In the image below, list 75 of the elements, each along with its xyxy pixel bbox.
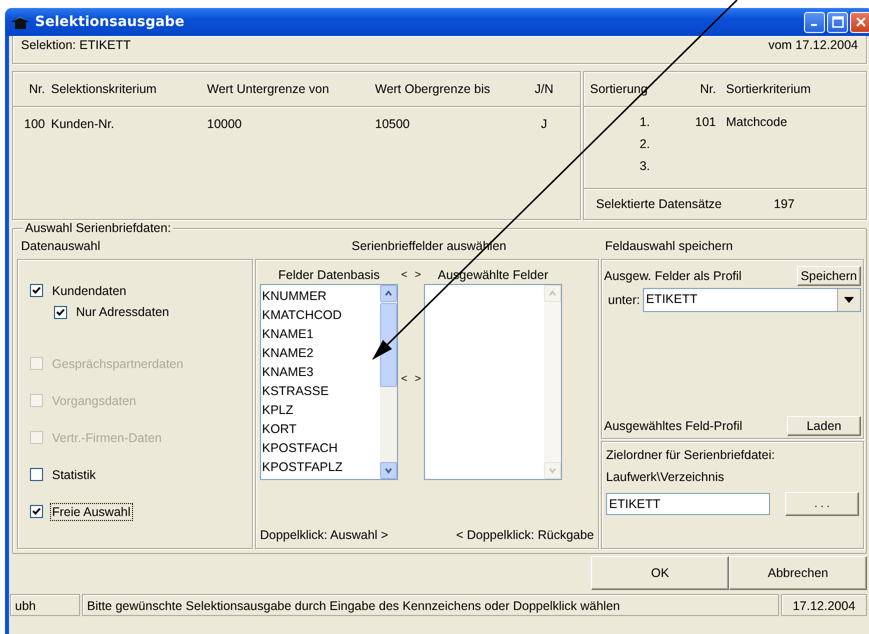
checkbox-option[interactable]: Freie Auswahl bbox=[30, 493, 252, 530]
list-item[interactable]: KNAME3 bbox=[262, 363, 379, 382]
browse-button[interactable]: . . . bbox=[785, 492, 859, 516]
close-button[interactable] bbox=[850, 12, 869, 32]
status-user: ubh bbox=[10, 594, 80, 616]
checkbox[interactable] bbox=[30, 468, 43, 481]
column-header: Wert Untergrenze von bbox=[207, 82, 330, 96]
move-right-arrow[interactable]: > bbox=[414, 269, 421, 281]
column-header: Selektionskriterium bbox=[51, 82, 158, 96]
table-cell-text: 1. bbox=[638, 115, 651, 129]
field-label: Laufwerk\Verzeichnis bbox=[606, 470, 726, 484]
column-header: Sortierung bbox=[589, 82, 649, 96]
list-item[interactable]: KNAME2 bbox=[262, 344, 379, 363]
status-date: 17.12.2004 bbox=[781, 594, 867, 616]
field-label: Zielordner für Serienbriefdatei: bbox=[606, 448, 776, 462]
list-item[interactable]: KSTRASSE bbox=[262, 382, 379, 401]
table-cell-text: 10000 bbox=[207, 117, 243, 131]
hint-text: Doppelklick: Auswahl > bbox=[260, 528, 388, 542]
table-cell-text: J bbox=[540, 117, 548, 131]
table-cell-text: 10500 bbox=[375, 117, 411, 131]
ok-button[interactable]: OK bbox=[591, 556, 729, 590]
table-cell-text: 3. bbox=[638, 159, 651, 173]
list-item[interactable]: KNUMMER bbox=[262, 287, 379, 306]
hint-text: < Doppelklick: Rückgabe bbox=[456, 528, 594, 542]
list-title: Felder Datenbasis bbox=[277, 268, 381, 282]
field-label: Ausgewähltes Feld-Profil bbox=[604, 419, 742, 433]
house-icon bbox=[11, 14, 31, 30]
scroll-up-icon[interactable] bbox=[380, 285, 397, 302]
scroll-thumb[interactable] bbox=[380, 303, 397, 387]
minimize-button[interactable] bbox=[804, 12, 825, 32]
count-label: Selektierte Datensätze bbox=[596, 197, 722, 211]
window-title: Selektionsausgabe bbox=[35, 14, 186, 30]
scrollbar[interactable] bbox=[380, 285, 397, 479]
field-label: Ausgew. Felder als Profil bbox=[604, 269, 742, 283]
load-button[interactable]: Laden bbox=[787, 416, 861, 436]
status-message: Bitte gewünschte Selektionsausgabe durch Eingabe des Kennzeichens oder Doppelklick wählen bbox=[82, 594, 779, 616]
checkbox-option[interactable]: Statistik bbox=[30, 456, 252, 493]
table-cell: Matchcode bbox=[726, 115, 788, 129]
group-legend: Auswahl Serienbriefdaten: bbox=[23, 221, 173, 235]
maximize-icon[interactable] bbox=[832, 16, 844, 28]
cancel-button[interactable]: Abbrechen bbox=[729, 556, 867, 590]
selection-date: vom 17.12.2004 bbox=[768, 38, 858, 52]
checkbox[interactable] bbox=[30, 284, 43, 297]
list-item[interactable]: KPLZ bbox=[262, 401, 379, 420]
move-left-arrow[interactable]: < bbox=[401, 269, 408, 281]
list-item[interactable]: KNAME1 bbox=[262, 325, 379, 344]
table-cell: 101 bbox=[695, 115, 716, 129]
count-value: 197 bbox=[774, 197, 795, 211]
column-header: Nr. bbox=[699, 82, 717, 96]
scroll-down-icon[interactable] bbox=[380, 462, 397, 479]
section-title: Feldauswahl speichern bbox=[604, 239, 734, 255]
maximize-button[interactable] bbox=[827, 12, 848, 32]
selection-label: Selektion: ETIKETT bbox=[21, 38, 131, 52]
list-item[interactable]: KPOSTFACH bbox=[262, 439, 379, 458]
checkbox[interactable] bbox=[30, 505, 43, 518]
save-button[interactable]: Speichern bbox=[796, 266, 861, 286]
close-icon[interactable] bbox=[854, 16, 866, 28]
table-cell-text: 100 bbox=[23, 117, 46, 131]
list-item[interactable]: KORT bbox=[262, 420, 379, 439]
checkbox-option[interactable]: Nur Adressdaten bbox=[54, 301, 252, 323]
column-header: Nr. bbox=[28, 82, 46, 96]
column-header: Wert Obergrenze bis bbox=[375, 82, 492, 96]
folder-input[interactable]: ETIKETT bbox=[606, 493, 770, 515]
column-header: J/N bbox=[534, 82, 554, 96]
table-cell-text: Kunden-Nr. bbox=[51, 117, 116, 131]
section-title: Datenauswahl bbox=[20, 239, 102, 255]
list-item[interactable]: KPOSTFAPLZ bbox=[262, 458, 379, 477]
checkbox[interactable] bbox=[54, 306, 67, 318]
move-left-arrow[interactable]: < bbox=[401, 373, 408, 385]
list-item[interactable]: KMATCHCOD bbox=[262, 306, 379, 325]
profile-dropdown[interactable]: ETIKETT bbox=[642, 288, 861, 312]
move-right-arrow[interactable]: > bbox=[414, 373, 421, 385]
field-label: unter: bbox=[608, 293, 640, 307]
column-header: Sortierkriterium bbox=[726, 82, 812, 96]
table-cell-text: 2. bbox=[638, 137, 651, 151]
